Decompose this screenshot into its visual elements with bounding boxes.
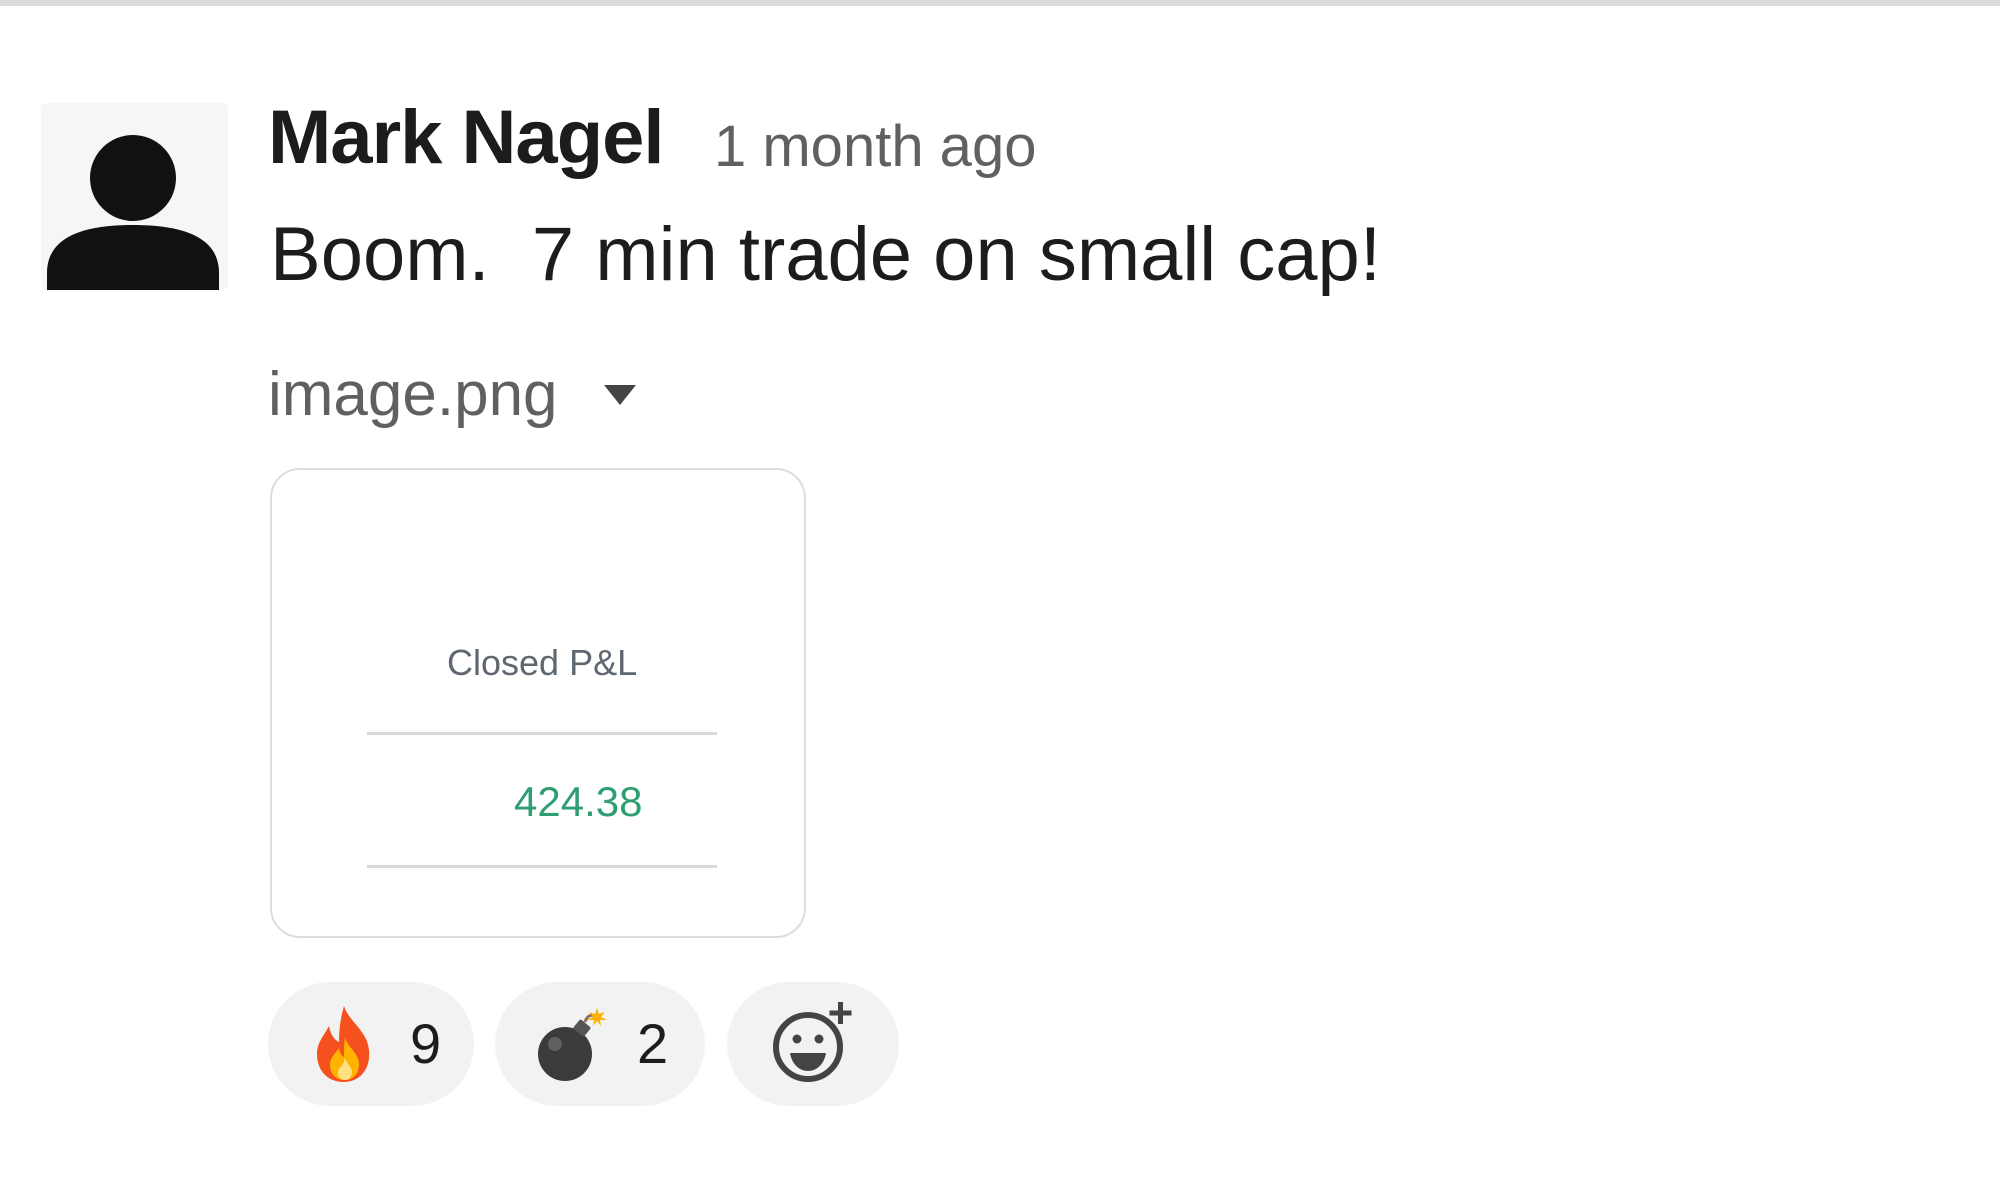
reaction-fire[interactable]: 9 [268, 982, 474, 1106]
page: Mark Nagel 1 month ago Boom. 7 min trade… [0, 0, 2000, 1179]
message: Mark Nagel 1 month ago Boom. 7 min trade… [0, 0, 2000, 1179]
reaction-bomb[interactable]: 2 [495, 982, 705, 1106]
user-silhouette-icon [41, 103, 228, 290]
reaction-count: 2 [637, 1012, 669, 1075]
closed-pnl-label: Closed P&L [447, 642, 638, 683]
fire-icon [304, 1004, 384, 1084]
caret-down-icon [602, 381, 638, 409]
preview-divider [367, 732, 717, 735]
author-name[interactable]: Mark Nagel [268, 100, 664, 176]
attachment-toggle[interactable]: image.png [268, 360, 638, 430]
image-attachment-preview[interactable]: Closed P&L 424.38 [270, 468, 806, 938]
reaction-count: 9 [410, 1012, 442, 1075]
add-reaction-button[interactable] [727, 982, 899, 1106]
message-text: Boom. 7 min trade on small cap! [270, 212, 1381, 297]
preview-divider [367, 865, 717, 868]
avatar[interactable] [41, 103, 228, 290]
add-reaction-icon [768, 997, 858, 1092]
closed-pnl-value: 424.38 [514, 778, 643, 825]
bomb-icon [531, 1004, 611, 1084]
attachment-filename: image.png [268, 360, 558, 429]
timestamp[interactable]: 1 month ago [714, 118, 1036, 176]
